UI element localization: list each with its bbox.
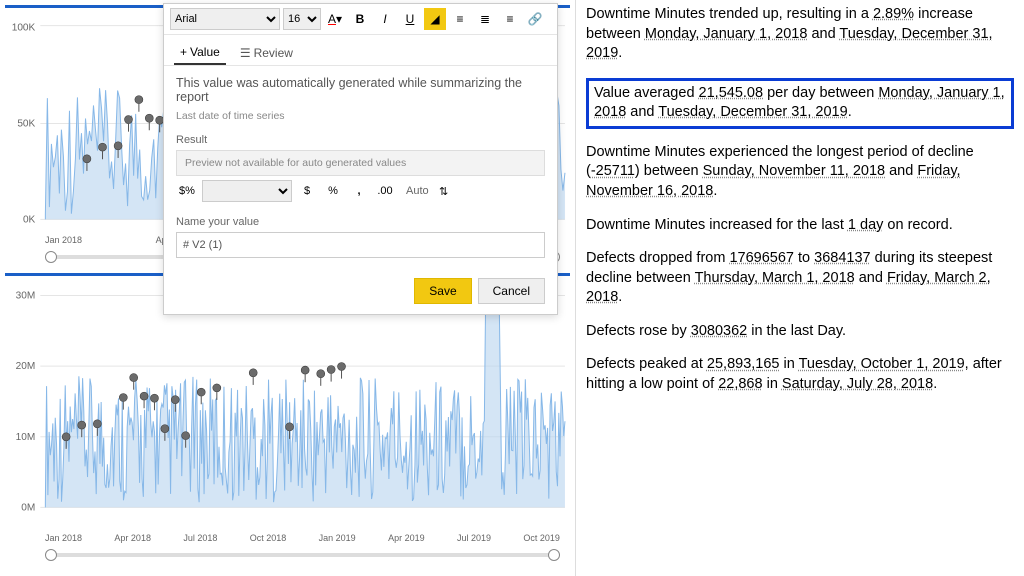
bold-button[interactable]: B <box>349 8 371 30</box>
value-editor-popup: Arial 16 A▾ B I U ◢ ≡ ≣ ≡ 🔗 +Value ☰Revi… <box>163 3 558 315</box>
thousands-button[interactable]: , <box>348 180 370 202</box>
format-type-icon: $% <box>176 180 198 202</box>
x-tick: Oct 2018 <box>250 533 287 543</box>
narrative-item: Value averaged 21,545.08 per day between… <box>586 78 1014 129</box>
narrative-item: Downtime Minutes trended up, resulting i… <box>586 5 1014 64</box>
x-tick: Apr 2018 <box>114 533 151 543</box>
y-tick: 100K <box>12 23 36 34</box>
tab-value[interactable]: +Value <box>174 41 226 65</box>
x-tick: Jul 2018 <box>183 533 217 543</box>
x-tick: Jul 2019 <box>457 533 491 543</box>
link-button[interactable]: 🔗 <box>524 8 546 30</box>
cancel-button[interactable]: Cancel <box>478 278 545 304</box>
font-color-button[interactable]: A▾ <box>324 8 346 30</box>
highlight-button[interactable]: ◢ <box>424 8 446 30</box>
align-center-button[interactable]: ≣ <box>474 8 496 30</box>
x-tick: Jan 2019 <box>319 533 356 543</box>
popup-tabs: +Value ☰Review <box>164 35 557 66</box>
x-tick: Jan 2018 <box>45 533 82 543</box>
narrative-item: Downtime Minutes increased for the last … <box>586 216 1014 236</box>
underline-button[interactable]: U <box>399 8 421 30</box>
y-tick: 10M <box>16 432 36 443</box>
x-tick: Jan 2018 <box>45 235 82 245</box>
align-right-button[interactable]: ≡ <box>499 8 521 30</box>
x-tick: Oct 2019 <box>523 533 560 543</box>
chart2-x-axis: Jan 2018 Apr 2018 Jul 2018 Oct 2018 Jan … <box>5 533 570 547</box>
slider-thumb-right[interactable] <box>548 549 560 561</box>
time-slider[interactable] <box>45 553 560 557</box>
slider-thumb-left[interactable] <box>45 549 57 561</box>
font-select[interactable]: Arial <box>170 8 280 30</box>
save-button[interactable]: Save <box>414 278 471 304</box>
chart-defects: 30M 20M 10M 0M Jan 2018 Apr 2018 Jul 201… <box>5 273 570 563</box>
format-select[interactable] <box>202 180 292 202</box>
y-tick: 50K <box>17 119 35 130</box>
decimal-button[interactable]: .00 <box>374 180 396 202</box>
auto-label: Auto <box>406 185 429 197</box>
y-tick: 0K <box>23 214 36 225</box>
tab-review[interactable]: ☰Review <box>234 41 299 65</box>
name-label: Name your value <box>176 216 545 228</box>
narrative-panel: Downtime Minutes trended up, resulting i… <box>575 0 1024 576</box>
narrative-item: Defects peaked at 25,893,165 in Tuesday,… <box>586 355 1014 394</box>
format-toolbar: Arial 16 A▾ B I U ◢ ≡ ≣ ≡ 🔗 <box>164 4 557 35</box>
italic-button[interactable]: I <box>374 8 396 30</box>
narrative-item: Defects dropped from 17696567 to 3684137… <box>586 249 1014 308</box>
narrative-item: Defects rose by 3080362 in the last Day. <box>586 322 1014 342</box>
result-preview: Preview not available for auto generated… <box>176 150 545 176</box>
align-left-button[interactable]: ≡ <box>449 8 471 30</box>
narrative-item: Downtime Minutes experienced the longest… <box>586 143 1014 202</box>
x-tick: Apr 2019 <box>388 533 425 543</box>
result-label: Result <box>176 134 545 146</box>
y-tick: 0M <box>21 502 35 513</box>
y-tick: 30M <box>16 291 36 302</box>
currency-button[interactable]: $ <box>296 180 318 202</box>
y-tick: 20M <box>16 361 36 372</box>
value-name-input[interactable] <box>176 232 545 258</box>
slider-thumb-left[interactable] <box>45 251 57 263</box>
popup-sub-description: Last date of time series <box>176 110 545 122</box>
popup-description: This value was automatically generated w… <box>176 76 545 104</box>
font-size-select[interactable]: 16 <box>283 8 321 30</box>
percent-button[interactable]: % <box>322 180 344 202</box>
auto-stepper[interactable]: ⇅ <box>433 180 455 202</box>
